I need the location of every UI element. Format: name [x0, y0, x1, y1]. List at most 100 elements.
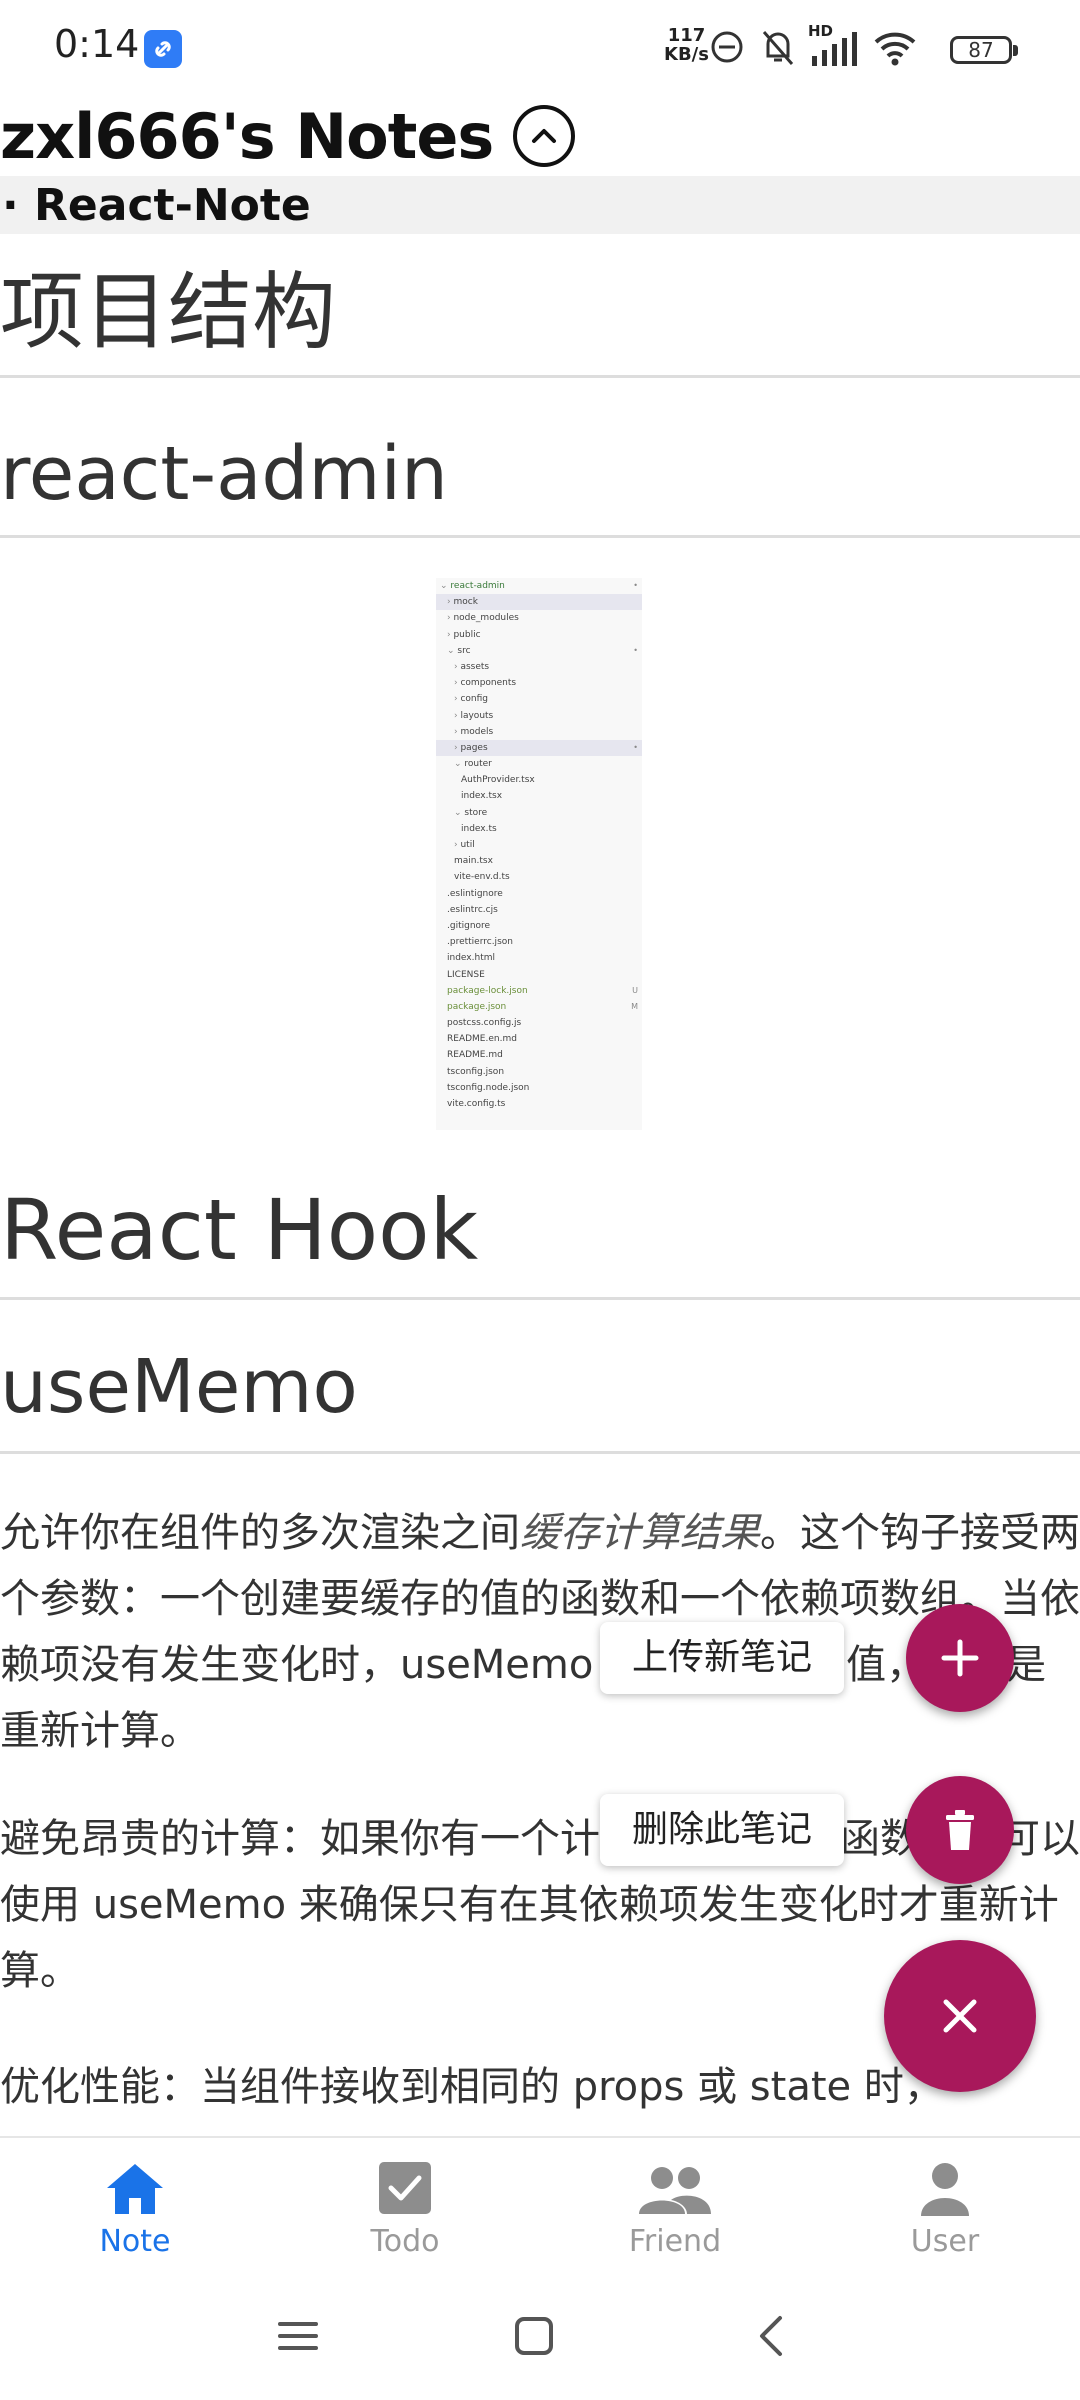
tree-row: package.json M [436, 999, 642, 1015]
current-note-bar[interactable]: · React-Note [0, 176, 1080, 234]
tree-row-label: .eslintrc.cjs [447, 904, 498, 915]
tree-row: .eslintignore [436, 886, 642, 902]
tree-row-badge: M [631, 1001, 638, 1011]
bottom-navigation: Note Todo Friend User [0, 2136, 1080, 2288]
bell-muted-icon [758, 26, 798, 72]
tree-row-label: .prettierrc.json [447, 937, 513, 948]
tree-row: vite.config.ts [436, 1096, 642, 1112]
tree-row: tsconfig.node.json [436, 1080, 642, 1096]
tree-row-label: vite-env.d.ts [454, 872, 510, 883]
nav-item-note[interactable]: Note [0, 2138, 270, 2288]
tree-row: ⌄ router [454, 759, 492, 770]
tree-row-label: index.html [447, 953, 495, 964]
tree-row-label: src [457, 645, 471, 656]
tree-row-label: node_modules [453, 613, 519, 624]
tree-row-label: README.en.md [447, 1034, 517, 1045]
tree-row-label: index.tsx [461, 791, 503, 802]
tree-row: › layouts [454, 710, 494, 721]
home-square-icon[interactable] [512, 2314, 556, 2362]
tree-row-label: components [460, 678, 517, 689]
tree-row-label: pages [460, 742, 488, 753]
tree-row-label: tsconfig.node.json [447, 1082, 530, 1093]
tree-row: ⌄ react-admin • [436, 578, 642, 594]
tree-row: README.en.md [436, 1031, 642, 1047]
tree-row-label: vite.config.ts [447, 1099, 506, 1109]
tree-row-label: index.ts [461, 823, 497, 834]
tree-row-label: tsconfig.json [447, 1066, 505, 1077]
tree-row: tsconfig.json [436, 1064, 642, 1080]
chevron-up-icon [532, 129, 557, 143]
heading-react-hook: React Hook [0, 1160, 1080, 1300]
close-icon [943, 1999, 977, 2033]
tree-row: .eslintrc.cjs [436, 902, 642, 918]
collapse-button[interactable] [513, 105, 576, 167]
upload-note-button[interactable] [906, 1604, 1014, 1712]
tree-row: ⌄ src • [436, 643, 642, 659]
tree-row: .gitignore [436, 918, 642, 934]
tree-row-label: assets [460, 661, 490, 672]
emphasis-text: 缓存计算结果 [520, 1510, 760, 1556]
tree-row: main.tsx [436, 853, 642, 869]
person-icon [921, 2163, 969, 2216]
tree-row-label: public [453, 629, 481, 640]
tree-row-label: react-admin [450, 581, 505, 591]
system-navigation-bar [0, 2286, 1080, 2400]
tree-row-badge: • [633, 645, 638, 655]
delete-note-button[interactable] [906, 1776, 1014, 1884]
battery-indicator: 87 [950, 36, 1018, 64]
delete-note-label[interactable]: 删除此笔记 [600, 1794, 845, 1866]
nav-item-user[interactable]: User [810, 2138, 1080, 2288]
tree-row: › pages • [436, 739, 642, 757]
tree-row: › components [454, 678, 517, 689]
tree-row-badge: • [633, 742, 638, 752]
tree-row-label: layouts [460, 710, 494, 721]
tree-row-label: router [464, 759, 492, 770]
nav-item-todo[interactable]: Todo [270, 2138, 540, 2288]
tree-row: README.md [436, 1047, 642, 1063]
tree-row: vite-env.d.ts [436, 869, 642, 885]
tree-row: › util [454, 840, 475, 850]
upload-note-label[interactable]: 上传新笔记 [600, 1622, 845, 1694]
tree-row-label: util [460, 840, 475, 850]
tree-row-label: README.md [447, 1050, 503, 1061]
tree-row: › node_modules [447, 613, 519, 624]
current-note-name: · React-Note [2, 179, 311, 231]
menu-icon[interactable] [276, 2314, 320, 2362]
tree-row-label: config [460, 694, 489, 705]
signal-icon: HD [808, 22, 860, 74]
tree-row-label: package.json [447, 1001, 507, 1012]
tree-row: LICENSE [436, 967, 642, 983]
tree-row-label: LICENSE [447, 969, 485, 980]
nav-label-friend: Friend [628, 2224, 722, 2259]
nav-item-friend[interactable]: Friend [540, 2138, 810, 2288]
tree-row: › models [454, 726, 494, 737]
tree-row: ⌄ store [454, 807, 488, 818]
home-icon [107, 2164, 163, 2214]
people-icon [639, 2167, 711, 2214]
tree-row: .prettierrc.json [436, 934, 642, 950]
nav-label-todo: Todo [370, 2224, 440, 2259]
tree-row: › public [447, 629, 481, 640]
hotspot-link-icon [706, 26, 748, 72]
page-title: zxl666's Notes [0, 99, 494, 173]
project-tree-image: ⌄ react-admin • › mock › node_modules › publ… [436, 578, 642, 1130]
status-time: 0:14 [54, 22, 140, 66]
nav-label-note: Note [99, 2224, 171, 2259]
trash-icon [946, 1810, 974, 1850]
net-speed: 117 KB/s [664, 25, 709, 65]
back-icon[interactable] [752, 2314, 792, 2362]
link-app-icon [144, 30, 182, 68]
tree-row: index.tsx [436, 788, 642, 804]
tree-row: index.ts [436, 821, 642, 837]
tree-row-badge: U [632, 985, 638, 995]
tree-row-label: postcss.config.js [447, 1018, 522, 1029]
nav-label-user: User [910, 2224, 980, 2259]
heading-usememo: useMemo [0, 1320, 1080, 1454]
tree-row: package-lock.json U [436, 983, 642, 999]
tree-row: index.html [436, 950, 642, 966]
close-menu-button[interactable] [884, 1940, 1036, 2092]
tree-row-badge: • [633, 581, 638, 590]
tree-row: › config [454, 694, 489, 705]
tree-row: AuthProvider.tsx [436, 772, 642, 788]
tree-row-label: main.tsx [454, 856, 493, 867]
